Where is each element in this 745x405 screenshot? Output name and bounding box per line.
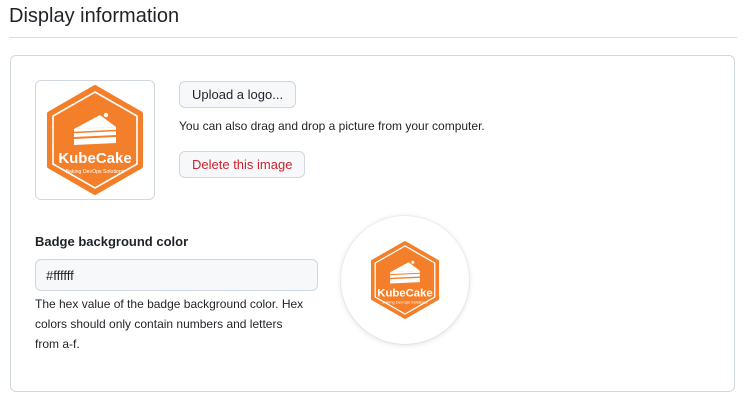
logo-preview: KubeCake Baking DevOps Solutions — [35, 80, 155, 200]
kubecake-logo-icon: KubeCake Baking DevOps Solutions — [47, 85, 143, 195]
delete-image-button[interactable]: Delete this image — [179, 151, 306, 178]
display-info-card: KubeCake Baking DevOps Solutions Upload … — [10, 55, 735, 392]
badge-color-label: Badge background color — [35, 234, 189, 249]
upload-hint: You can also drag and drop a picture fro… — [179, 119, 485, 133]
logo-brand-tagline: Baking DevOps Solutions — [66, 169, 125, 175]
upload-logo-button[interactable]: Upload a logo... — [179, 81, 297, 108]
section-title: Display information — [9, 5, 180, 27]
badge-brand-tagline: Baking DevOps Solutions — [382, 299, 427, 304]
badge-preview: KubeCake Baking DevOps Solutions — [341, 216, 469, 344]
badge-color-help: The hex value of the badge background co… — [35, 297, 304, 351]
badge-logo-icon: KubeCake Baking DevOps Solutions — [370, 241, 440, 319]
badge-brand-name: KubeCake — [377, 287, 432, 299]
section-divider — [9, 37, 737, 38]
logo-brand-name: KubeCake — [58, 150, 131, 167]
badge-color-input[interactable] — [35, 259, 318, 291]
